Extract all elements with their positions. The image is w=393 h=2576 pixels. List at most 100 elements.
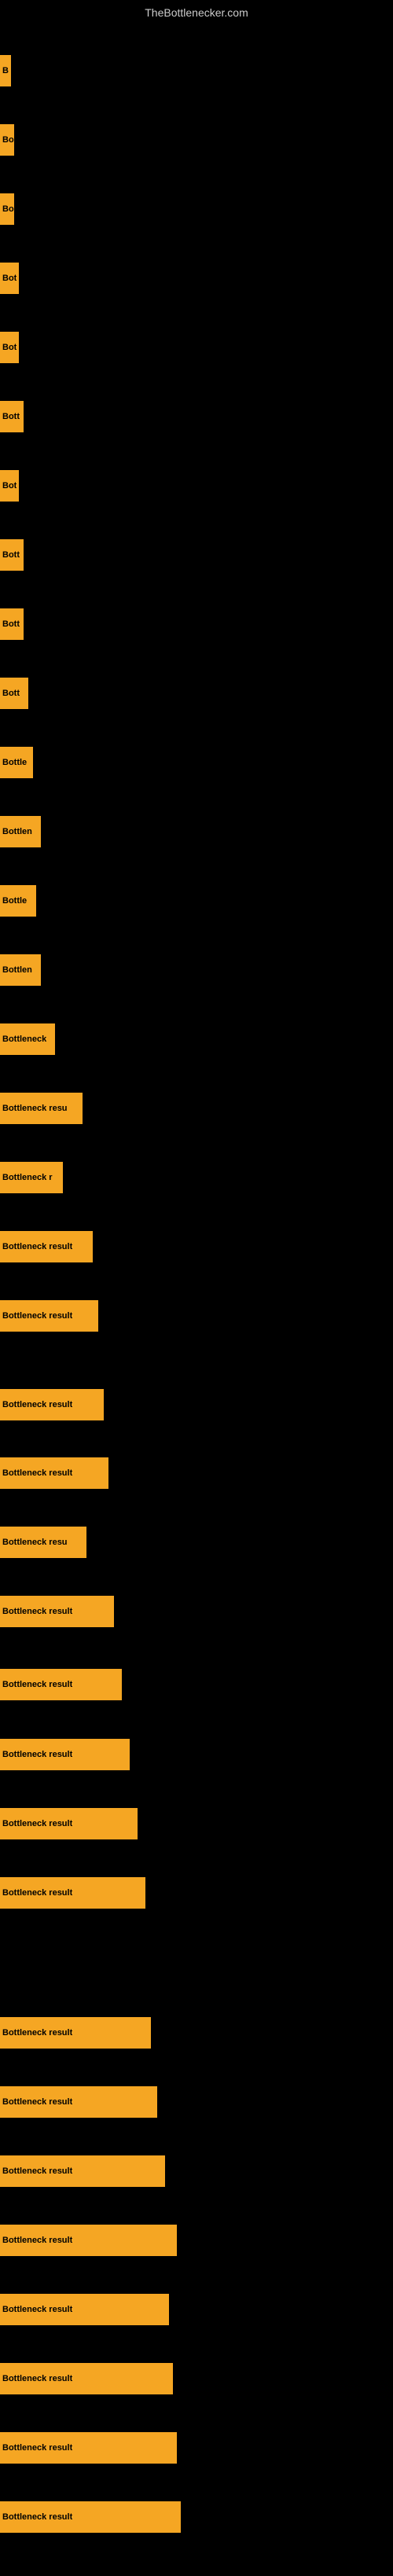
bar-label: Bottleneck result xyxy=(2,2512,72,2522)
bar: Bottlen xyxy=(0,954,41,986)
bar-row: Bottleneck r xyxy=(0,1158,393,1197)
bar-label: Bottleneck r xyxy=(2,1173,53,1182)
bar-label: Bottle xyxy=(2,896,27,906)
bar-label: Bottleneck result xyxy=(2,2374,72,2383)
bar: Bottleneck result xyxy=(0,2294,169,2325)
bar-label: Bottleneck resu xyxy=(2,1538,68,1547)
bar: Bottleneck result xyxy=(0,1808,138,1839)
bar-row: Bottleneck result xyxy=(0,2221,393,2260)
bar-row: Bottleneck result xyxy=(0,2428,393,2468)
bar-row: Bottleneck result xyxy=(0,1804,393,1843)
bar: Bottle xyxy=(0,747,33,778)
bar-row: Bott xyxy=(0,674,393,713)
bar: Bottleneck result xyxy=(0,2363,173,2394)
bar-label: Bottleneck resu xyxy=(2,1104,68,1113)
bar: Bottleneck result xyxy=(0,1669,122,1700)
bar: Bottleneck resu xyxy=(0,1093,83,1124)
bar: Bot xyxy=(0,470,19,502)
bar-row: Bottlen xyxy=(0,812,393,851)
bar-label: Bo xyxy=(2,135,14,145)
bar: Bottleneck resu xyxy=(0,1527,86,1558)
bar-label: Bottleneck result xyxy=(2,1607,72,1616)
bar-label: Bottleneck result xyxy=(2,2097,72,2107)
bar-label: Bottleneck result xyxy=(2,1680,72,1689)
bar: Bot xyxy=(0,332,19,363)
bar-row: Bottleneck result xyxy=(0,2082,393,2122)
bar-row: Bottleneck result xyxy=(0,1735,393,1774)
bar-label: Bottle xyxy=(2,758,27,767)
bar-row: Bott xyxy=(0,535,393,575)
bar: Bottleneck result xyxy=(0,1596,114,1627)
bar-row: Bottle xyxy=(0,881,393,921)
bar-row: Bottleneck result xyxy=(0,1665,393,1704)
bar-label: Bottleneck result xyxy=(2,2443,72,2453)
bar: Bottleneck result xyxy=(0,1231,93,1262)
bar-row: Bottleneck result xyxy=(0,1227,393,1266)
bar-row: Bottleneck result xyxy=(0,2013,393,2052)
bar: Bottleneck xyxy=(0,1023,55,1055)
bar-row: Bottleneck result xyxy=(0,1385,393,1424)
bar-label: B xyxy=(2,66,9,75)
bar-row: Bot xyxy=(0,259,393,298)
bar-row: Bottleneck result xyxy=(0,2152,393,2191)
bar: Bottleneck r xyxy=(0,1162,63,1193)
bar: Bo xyxy=(0,193,14,225)
bar-row: Bottleneck resu xyxy=(0,1089,393,1128)
bar-row: Bo xyxy=(0,120,393,160)
bar: Bottleneck result xyxy=(0,1300,98,1332)
bar: Bot xyxy=(0,263,19,294)
bar-label: Bottleneck xyxy=(2,1034,46,1044)
bar-label: Bottleneck result xyxy=(2,1468,72,1478)
bar-label: Bottleneck result xyxy=(2,1400,72,1409)
bar-label: Bottlen xyxy=(2,827,32,836)
site-title: TheBottlenecker.com xyxy=(0,0,393,25)
bars-container: B Bo Bo Bot Bot Bott Bot Bott Bott Bott Bottle Bott… xyxy=(0,24,393,2576)
bar: Bo xyxy=(0,124,14,156)
bar-row: Bottleneck result xyxy=(0,2497,393,2537)
bar-label: Bot xyxy=(2,343,17,352)
bar-row: Bottleneck result xyxy=(0,1592,393,1631)
bar-label: Bottleneck result xyxy=(2,2166,72,2176)
bar: Bott xyxy=(0,401,24,432)
bar-row: Bott xyxy=(0,604,393,644)
bar-label: Bot xyxy=(2,274,17,283)
bar-label: Bott xyxy=(2,619,20,629)
bar-row: B xyxy=(0,51,393,90)
bar: Bottleneck result xyxy=(0,1877,145,1909)
bar: Bottle xyxy=(0,885,36,917)
bar-label: Bottleneck result xyxy=(2,1242,72,1251)
bar-row: Bot xyxy=(0,328,393,367)
bar-label: Bott xyxy=(2,412,20,421)
bar: Bottleneck result xyxy=(0,1739,130,1770)
bar-label: Bottleneck result xyxy=(2,1311,72,1321)
bar: Bottleneck result xyxy=(0,2501,181,2533)
bar: Bott xyxy=(0,608,24,640)
bar-row: Bottleneck result xyxy=(0,2290,393,2329)
bar: Bott xyxy=(0,678,28,709)
bar: Bottleneck result xyxy=(0,2432,177,2464)
bar: Bottleneck result xyxy=(0,2155,165,2187)
bar-row: Bot xyxy=(0,466,393,505)
bar-row: Bottleneck resu xyxy=(0,1523,393,1562)
bar-row: Bottleneck xyxy=(0,1020,393,1059)
bar-label: Bottleneck result xyxy=(2,1750,72,1759)
bar-label: Bottleneck result xyxy=(2,1819,72,1828)
bar: B xyxy=(0,55,11,86)
bar: Bottleneck result xyxy=(0,2225,177,2256)
bar: Bottleneck result xyxy=(0,2086,157,2118)
bar-row: Bo xyxy=(0,189,393,229)
bar-label: Bott xyxy=(2,689,20,698)
bar-label: Bott xyxy=(2,550,20,560)
bar-row: Bott xyxy=(0,397,393,436)
bar-label: Bottleneck result xyxy=(2,1888,72,1898)
bar: Bottleneck result xyxy=(0,2017,151,2049)
bar-label: Bo xyxy=(2,204,14,214)
bar-label: Bottleneck result xyxy=(2,2236,72,2245)
bar-row: Bottleneck result xyxy=(0,1873,393,1913)
bar-label: Bot xyxy=(2,481,17,491)
bar-row: Bottle xyxy=(0,743,393,782)
bar: Bott xyxy=(0,539,24,571)
bar: Bottleneck result xyxy=(0,1457,108,1489)
bar-label: Bottlen xyxy=(2,965,32,975)
bar-row: Bottleneck result xyxy=(0,1296,393,1336)
